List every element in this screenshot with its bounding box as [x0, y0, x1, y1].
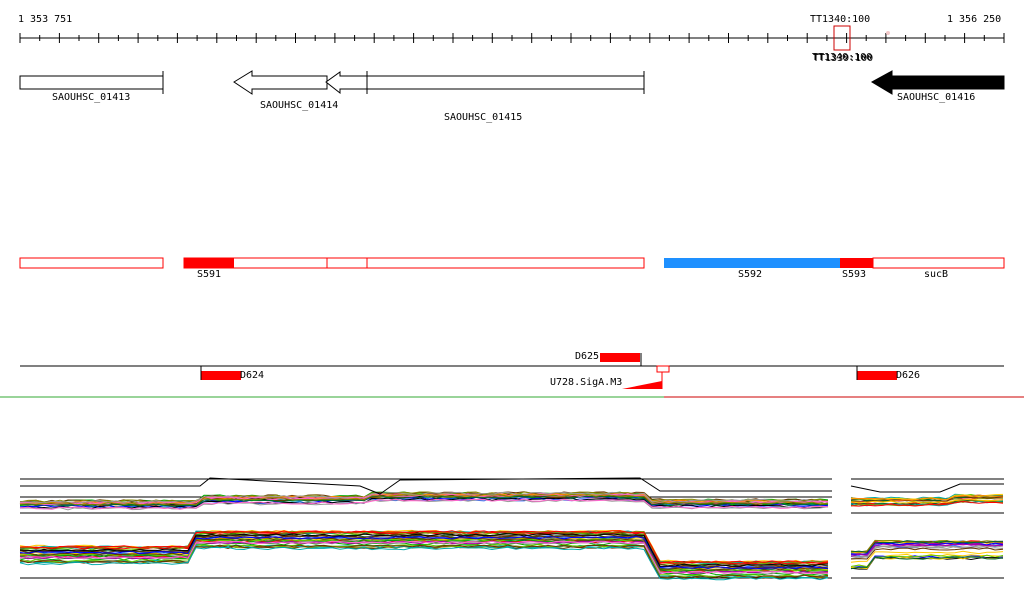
expression-profiles: [19, 477, 1004, 581]
terminator-dot: [886, 31, 890, 35]
segment-outline-2[interactable]: [183, 257, 645, 269]
feature-label-d625: D625: [575, 351, 600, 362]
gene-label-saouhsc-01415: SAOUHSC_01415: [444, 112, 523, 123]
expression-profile-line: [850, 556, 1004, 570]
terminator-label[interactable]: TT1340:100: [810, 14, 870, 26]
segment-outline-1[interactable]: [19, 257, 164, 269]
segment-label-s593: S593: [842, 269, 867, 280]
gene-label-saouhsc-01414: SAOUHSC_01414: [260, 100, 339, 111]
segment-s592[interactable]: [664, 258, 840, 268]
gene-saouhsc-01415[interactable]: [325, 71, 645, 95]
gene-label-saouhsc-01416: SAOUHSC_01416: [897, 92, 976, 103]
segment-label-s591: S591: [197, 269, 222, 280]
feature-track: [20, 353, 1004, 389]
promoter-u728-siga-m3[interactable]: [622, 381, 662, 389]
segment-sucb[interactable]: [872, 257, 1005, 269]
feature-d625[interactable]: [600, 353, 640, 362]
feature-label-u728: U728.SigA.M3: [550, 377, 623, 388]
ruler-start-label: 1 353 751: [18, 14, 73, 25]
segment-s593[interactable]: [840, 258, 873, 268]
ruler: [19, 25, 1005, 51]
feature-label-d626: D626: [896, 370, 921, 381]
segment-label-s592: S592: [738, 269, 763, 280]
gene-saouhsc-01414[interactable]: [233, 70, 328, 95]
feature-d624[interactable]: [201, 371, 241, 380]
feature-label-d624: D624: [240, 370, 265, 381]
gene-saouhsc-01413[interactable]: [19, 75, 164, 90]
segment-track: [19, 257, 1005, 269]
feature-d626[interactable]: [857, 371, 897, 380]
ruler-end-label: 1 356 250: [947, 14, 1002, 25]
gene-label-saouhsc-01413: SAOUHSC_01413: [52, 92, 131, 103]
expression-profile-line: [850, 483, 1004, 493]
promoter-box[interactable]: [656, 365, 670, 373]
gene-track: [19, 70, 1005, 95]
genome-browser-canvas: [0, 25, 1024, 581]
segment-s591[interactable]: [184, 258, 234, 268]
segment-label-sucb: sucB: [924, 269, 949, 280]
terminator-overlap-label-2[interactable]: TT1339:100: [813, 53, 873, 65]
gene-saouhsc-01416[interactable]: [870, 70, 1005, 95]
